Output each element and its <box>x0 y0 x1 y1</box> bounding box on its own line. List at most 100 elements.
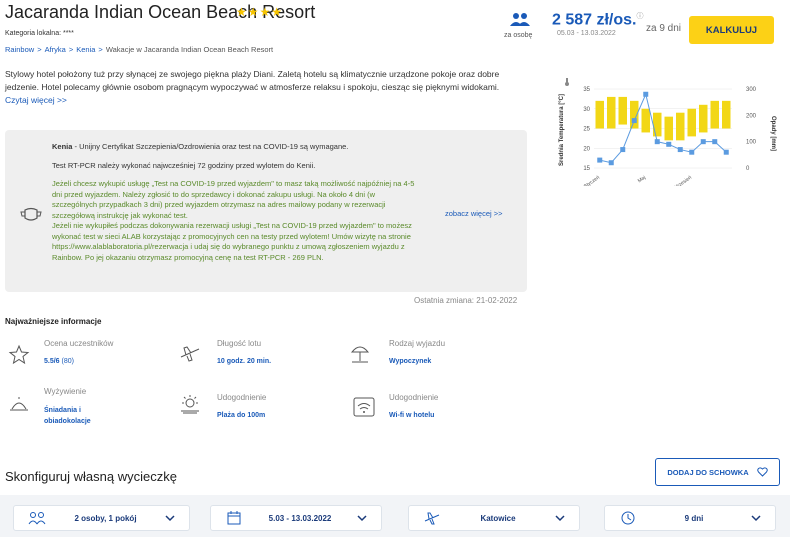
chart-y2-tick-label: 100 <box>746 140 757 146</box>
select-dates-value: 5.03 - 13.03.2022 <box>268 513 332 523</box>
beach-umbrella-icon <box>350 346 370 363</box>
chart-y-tick-label: 35 <box>583 87 590 93</box>
price: 2 587 zł/os.ⓘ <box>552 11 644 29</box>
airplane-icon <box>180 346 200 362</box>
chart-point <box>654 139 660 145</box>
chart-bar <box>664 116 673 141</box>
breadcrumb-separator: > <box>68 45 74 54</box>
chart-bar <box>653 112 662 137</box>
chevron-down-icon <box>751 515 761 522</box>
covid-green-1: Jeżeli chcesz wykupić usługę „Test na CO… <box>52 179 415 220</box>
chart-x-tick-label: Maj <box>637 175 647 185</box>
breadcrumb-afryka[interactable]: Afryka <box>45 45 66 54</box>
chart-bar <box>641 108 650 133</box>
chart-point <box>620 147 626 153</box>
chart-ylabel: Średnia Temperatura [°C] <box>558 94 565 166</box>
chart-point <box>608 160 614 166</box>
chart-bar <box>595 100 604 129</box>
chevron-down-icon <box>165 515 175 522</box>
covid-green-2: Jeżeli nie wykupiłeś podczas dokonywania… <box>52 221 412 262</box>
calculate-button[interactable]: KALKULUJ <box>689 16 774 44</box>
see-more-link[interactable]: zobacz więcej >> <box>445 209 503 218</box>
select-departure-value: Katowice <box>480 513 516 523</box>
info-value-beach: Plaża do 100m <box>217 412 266 419</box>
add-to-clipboard-button[interactable]: DODAJ DO SCHOWKA <box>655 458 780 486</box>
hotel-stars: ★★★★ <box>236 5 284 19</box>
breadcrumb-separator: > <box>37 45 42 54</box>
chart-point <box>677 147 683 153</box>
heart-icon <box>756 467 768 477</box>
chart-point <box>643 91 649 97</box>
covid-country: Kenia <box>52 142 73 151</box>
chart-y-tick-label: 25 <box>583 127 590 133</box>
price-value: 2 587 zł/os. <box>552 11 637 29</box>
chart-point <box>712 139 718 145</box>
info-value-wifi: Wi-fi w hotelu <box>389 412 435 419</box>
breadcrumb-current: Wakacje w Jacaranda Indian Ocean Beach R… <box>105 45 274 54</box>
chart-y2-tick-label: 0 <box>746 166 750 172</box>
chart-bar <box>607 96 616 129</box>
select-people[interactable]: 2 osoby, 1 pokój <box>13 505 190 531</box>
add-to-clipboard-label: DODAJ DO SCHOWKA <box>667 467 749 477</box>
calendar-icon <box>227 511 241 525</box>
select-duration[interactable]: 9 dni <box>604 505 776 531</box>
chevron-down-icon <box>357 515 367 522</box>
breadcrumb-kenia[interactable]: Kenia <box>76 45 95 54</box>
chart-bars <box>595 96 731 141</box>
info-label-food: Wyżywienie <box>44 387 87 396</box>
chart-y-tick-label: 15 <box>583 166 590 172</box>
info-label-amenity-wifi: Udogodnienie <box>389 393 439 402</box>
last-change: Ostatnia zmiana: 21-02-2022 <box>414 296 518 305</box>
breadcrumb-rainbow[interactable]: Rainbow <box>5 45 34 54</box>
plane-icon <box>424 512 440 525</box>
covid-text: Kenia - Unijny Certyfikat Szczepienia/Oz… <box>52 142 422 263</box>
persons-label: za osobę <box>504 32 533 39</box>
chart-ylabel-right: Opady [mm] <box>770 116 776 151</box>
chart-point <box>631 118 637 124</box>
trip-days: za 9 dni <box>646 23 682 34</box>
select-duration-value: 9 dni <box>684 513 704 523</box>
local-category: Kategoria lokalna: **** <box>5 30 74 37</box>
info-value-trip-type: Wypoczynek <box>389 358 432 365</box>
wifi-icon <box>353 397 375 417</box>
info-value-flight: 10 godz. 20 min. <box>217 358 272 365</box>
rating-star-icon <box>8 344 30 365</box>
chart-point <box>689 149 695 155</box>
chart-bar <box>676 112 685 141</box>
covid-test-info: Test RT-PCR należy wykonać najwcześniej … <box>52 160 316 170</box>
info-label-rating: Ocena uczestników <box>44 339 114 348</box>
chart-y-tick-label: 20 <box>583 146 590 152</box>
food-cloche-icon <box>10 397 28 411</box>
select-dates[interactable]: 5.03 - 13.03.2022 <box>210 505 382 531</box>
thermometer-icon <box>565 78 569 86</box>
chart-x-tick-label: Wrzesień <box>672 175 693 186</box>
chart-x-tick-label: Styczeń <box>583 175 601 186</box>
chart-bar <box>687 108 696 137</box>
select-departure[interactable]: Katowice <box>408 505 580 531</box>
chart-y-tick-label: 30 <box>583 107 590 113</box>
info-label-amenity-beach: Udogodnienie <box>217 393 267 402</box>
chart-bar <box>618 96 627 125</box>
persons-icon <box>510 13 530 26</box>
breadcrumb: Rainbow > Afryka > Kenia > Wakacje w Jacaranda… <box>5 45 273 54</box>
read-more-link[interactable]: Czytaj więcej >> <box>5 95 67 105</box>
select-people-value: 2 osoby, 1 pokój <box>74 513 137 523</box>
info-section-title: Najważniejsze informacje <box>5 317 102 326</box>
configure-title: Skonfiguruj własną wycieczkę <box>5 469 177 484</box>
info-label-flight: Długość lotu <box>217 339 262 348</box>
chevron-down-icon <box>555 515 565 522</box>
chart-y2-tick-label: 300 <box>746 87 757 93</box>
price-info-icon[interactable]: ⓘ <box>637 13 644 20</box>
chart-y2-tick-label: 200 <box>746 113 757 119</box>
chart-bar <box>699 104 708 133</box>
info-value-food: Śniadania i obiadokolacje <box>44 407 91 425</box>
hotel-description: Stylowy hotel położony tuż przy słynącej… <box>5 69 500 92</box>
info-label-trip-type: Rodzaj wyjazdu <box>389 339 446 348</box>
sun-beach-icon <box>181 395 199 414</box>
covid-headline: Kenia - Unijny Certyfikat Szczepienia/Oz… <box>52 142 349 151</box>
clock-icon <box>621 511 635 525</box>
climate-chart: Średnia Temperatura [°C] Opady [mm] 15 20… <box>558 87 776 186</box>
chart-point <box>666 141 672 147</box>
people-icon <box>28 512 46 525</box>
chart-bar <box>710 100 719 129</box>
